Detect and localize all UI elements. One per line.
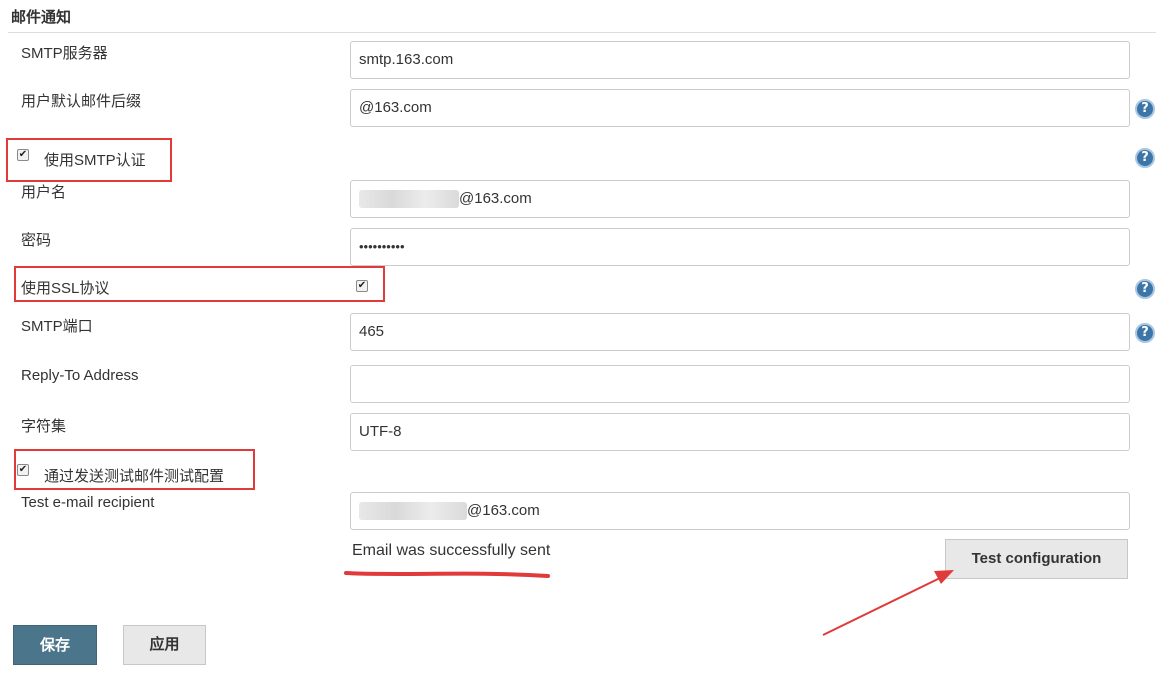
smtp-server-label: SMTP服务器 bbox=[21, 45, 108, 62]
charset-label: 字符集 bbox=[21, 418, 67, 435]
annotation-box-test-send bbox=[14, 449, 255, 490]
help-icon[interactable]: ? bbox=[1135, 323, 1155, 343]
default-suffix-input[interactable]: @163.com bbox=[350, 89, 1130, 127]
save-button[interactable]: 保存 bbox=[13, 625, 97, 665]
username-visible-part: @163.com bbox=[459, 190, 532, 207]
test-status-message: Email was successfully sent bbox=[352, 542, 551, 559]
username-input[interactable]: @163.com bbox=[350, 180, 1130, 218]
test-recipient-label: Test e-mail recipient bbox=[21, 494, 155, 511]
section-divider bbox=[8, 32, 1156, 33]
reply-to-label: Reply-To Address bbox=[21, 367, 139, 384]
annotation-arrow-line bbox=[822, 577, 941, 636]
smtp-port-label: SMTP端口 bbox=[21, 318, 93, 335]
test-recipient-visible-part: @163.com bbox=[467, 502, 540, 519]
help-icon[interactable]: ? bbox=[1135, 148, 1155, 168]
smtp-port-input[interactable]: 465 bbox=[350, 313, 1130, 351]
help-icon[interactable]: ? bbox=[1135, 99, 1155, 119]
annotation-underline bbox=[344, 571, 550, 578]
annotation-box-ssl bbox=[14, 266, 385, 302]
redacted-blur bbox=[359, 502, 467, 521]
redacted-blur bbox=[359, 190, 459, 209]
annotation-box-smtp-auth bbox=[6, 138, 172, 182]
smtp-server-input[interactable]: smtp.163.com bbox=[350, 41, 1130, 79]
reply-to-input[interactable] bbox=[350, 365, 1130, 403]
test-configuration-button[interactable]: Test configuration bbox=[945, 539, 1128, 579]
charset-input[interactable]: UTF-8 bbox=[350, 413, 1130, 451]
apply-button[interactable]: 应用 bbox=[123, 625, 206, 665]
username-label: 用户名 bbox=[21, 184, 67, 201]
password-input[interactable]: •••••••••• bbox=[350, 228, 1130, 266]
help-icon[interactable]: ? bbox=[1135, 279, 1155, 299]
password-label: 密码 bbox=[21, 232, 52, 249]
test-recipient-input[interactable]: @163.com bbox=[350, 492, 1130, 530]
section-title: 邮件通知 bbox=[11, 9, 72, 26]
default-suffix-label: 用户默认邮件后缀 bbox=[21, 93, 142, 110]
